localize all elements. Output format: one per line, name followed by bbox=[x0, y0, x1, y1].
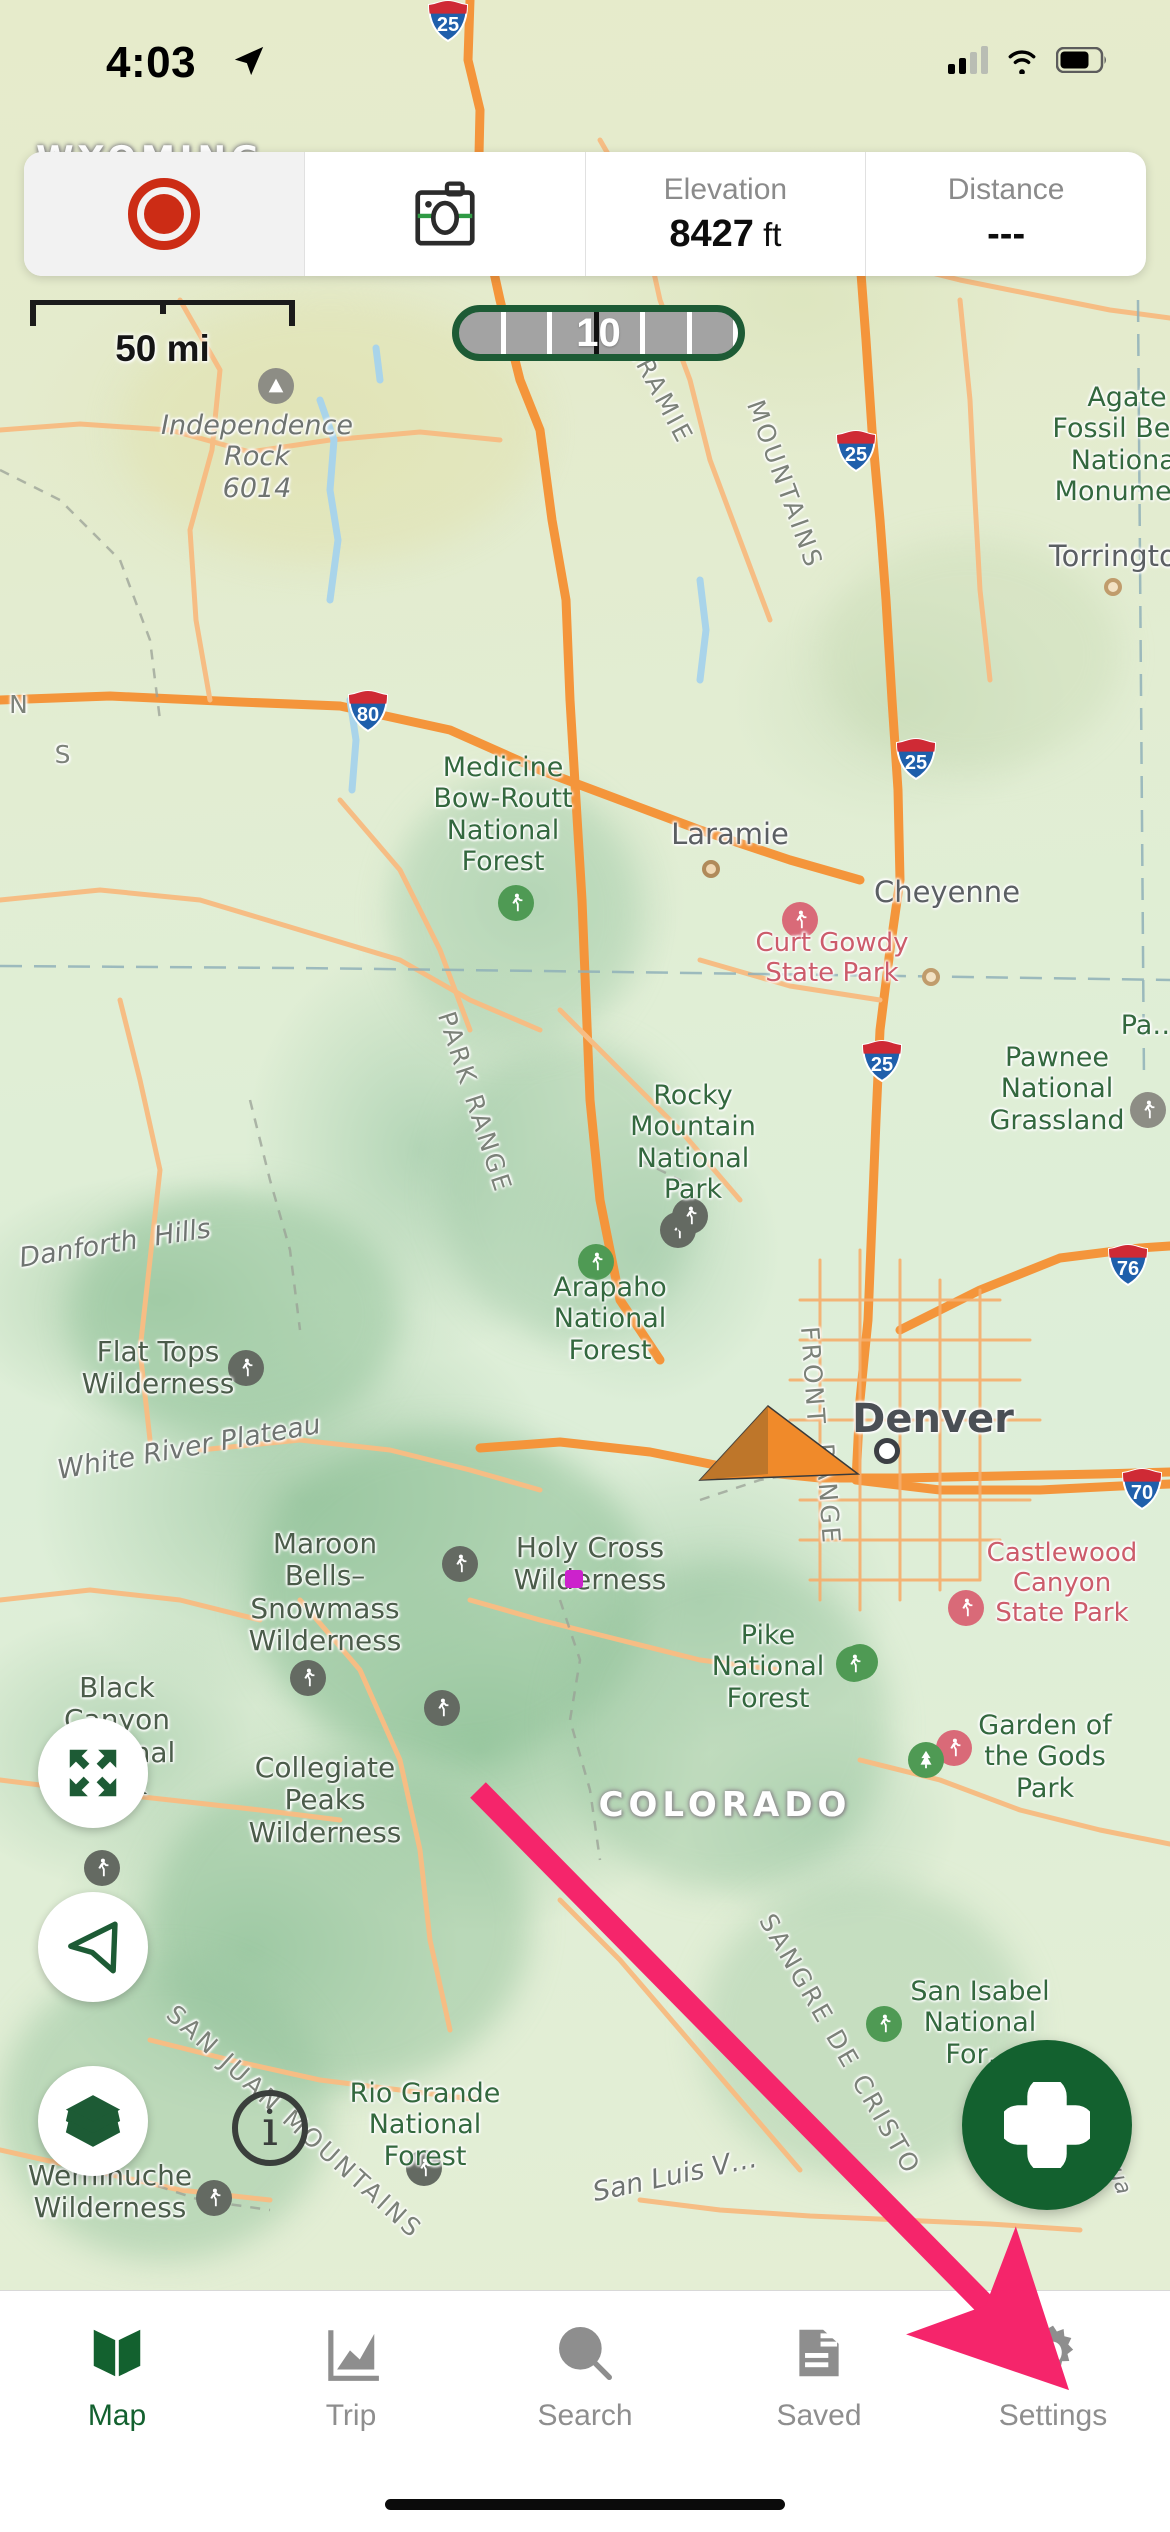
interstate-shield-icon: 70 bbox=[1122, 1468, 1162, 1510]
tab-trip[interactable]: Trip bbox=[234, 2291, 468, 2532]
cellular-signal-icon bbox=[948, 46, 988, 74]
map-layers-button[interactable] bbox=[38, 2066, 148, 2176]
interstate-number: 70 bbox=[1130, 1482, 1154, 1504]
city-dot-laramie[interactable] bbox=[702, 860, 720, 878]
scale-bar: 50 mi bbox=[30, 300, 295, 370]
map-layers-icon bbox=[65, 2095, 121, 2147]
poi-hiker-icon[interactable] bbox=[290, 1660, 326, 1696]
home-indicator[interactable] bbox=[385, 2499, 785, 2510]
distance-readout[interactable]: Distance --- bbox=[866, 152, 1146, 276]
document-icon bbox=[788, 2317, 850, 2389]
tab-search[interactable]: Search bbox=[468, 2291, 702, 2532]
plus-icon bbox=[1004, 2082, 1090, 2168]
tab-map[interactable]: Map bbox=[0, 2291, 234, 2532]
record-circle-icon bbox=[127, 178, 200, 250]
tab-saved-label: Saved bbox=[776, 2399, 862, 2432]
interstate-shield-icon: 80 bbox=[348, 690, 388, 732]
poi-hiker-icon[interactable] bbox=[578, 1244, 614, 1280]
status-bar: 4:03 bbox=[0, 0, 1170, 112]
tab-settings-label: Settings bbox=[998, 2399, 1108, 2432]
tab-trip-label: Trip bbox=[325, 2399, 377, 2432]
map-icon bbox=[86, 2317, 148, 2389]
interstate-shield-icon: 25 bbox=[836, 430, 876, 472]
expand-map-button[interactable] bbox=[38, 1718, 148, 1828]
tab-search-label: Search bbox=[537, 2399, 633, 2432]
interstate-number: 76 bbox=[1116, 1258, 1140, 1280]
poi-hiker-icon[interactable] bbox=[866, 2006, 902, 2042]
interstate-number: 80 bbox=[356, 704, 380, 726]
poi-hiker-icon[interactable] bbox=[672, 1198, 708, 1234]
battery-icon bbox=[1056, 47, 1106, 73]
locate-me-button[interactable] bbox=[38, 1892, 148, 2002]
camera-icon bbox=[415, 181, 475, 246]
expand-arrows-icon bbox=[69, 1749, 117, 1797]
chart-icon bbox=[320, 2317, 382, 2389]
interstate-shield-icon: 76 bbox=[1108, 1244, 1148, 1286]
poi-hiker-icon[interactable] bbox=[782, 902, 818, 938]
tab-settings[interactable]: Settings bbox=[936, 2291, 1170, 2532]
tab-saved[interactable]: Saved bbox=[702, 2291, 936, 2532]
add-waypoint-button[interactable] bbox=[962, 2040, 1132, 2210]
tab-map-label: Map bbox=[87, 2399, 147, 2432]
distance-value: --- bbox=[987, 212, 1026, 255]
poi-hiker-icon[interactable] bbox=[424, 1690, 460, 1726]
poi-peak-icon[interactable] bbox=[258, 368, 294, 404]
search-icon bbox=[554, 2317, 616, 2389]
take-photo-button[interactable] bbox=[305, 152, 586, 276]
interstate-shield-icon: 25 bbox=[896, 738, 936, 780]
scale-bar-label: 50 mi bbox=[115, 328, 210, 369]
status-time: 4:03 bbox=[106, 38, 197, 87]
navigation-arrow-icon bbox=[68, 1921, 118, 1974]
poi-tree-icon[interactable] bbox=[908, 1742, 944, 1778]
map-toolbar: Elevation 8427 ft Distance --- bbox=[24, 152, 1146, 276]
zoom-level-value: 10 bbox=[576, 310, 621, 355]
scale-bar-ruler bbox=[30, 300, 295, 326]
app-screen: 25 25 80 25 25 76 70 Independence Rock 6… bbox=[0, 0, 1170, 2532]
elevation-label: Elevation bbox=[663, 172, 788, 206]
info-button[interactable]: i bbox=[232, 2090, 308, 2166]
record-track-button[interactable] bbox=[24, 152, 305, 276]
wifi-icon bbox=[1008, 50, 1036, 74]
poi-hiker-icon[interactable] bbox=[196, 2180, 232, 2216]
city-dot-denver[interactable] bbox=[874, 1438, 900, 1464]
status-indicators bbox=[948, 46, 1108, 74]
interstate-number: 25 bbox=[844, 444, 868, 466]
poi-hiker-icon[interactable] bbox=[442, 1546, 478, 1582]
poi-hiker-icon[interactable] bbox=[406, 2150, 442, 2186]
poi-hiker-icon[interactable] bbox=[948, 1590, 984, 1626]
poi-hiker-icon[interactable] bbox=[836, 1646, 872, 1682]
location-arrow-icon bbox=[234, 46, 264, 76]
waypoint-marker[interactable] bbox=[565, 1570, 583, 1588]
record-inner-dot bbox=[143, 194, 184, 234]
info-glyph: i bbox=[262, 2099, 278, 2157]
poi-hiker-icon[interactable] bbox=[84, 1850, 120, 1886]
elevation-value: 8427 ft bbox=[669, 212, 782, 255]
zoom-level-indicator[interactable]: 10 bbox=[452, 305, 745, 361]
heading-direction-marker bbox=[698, 1404, 861, 1481]
interstate-shield-icon: 25 bbox=[862, 1040, 902, 1082]
bottom-navigation-bar: Map Trip Search Saved Settings bbox=[0, 2290, 1170, 2532]
poi-hiker-icon[interactable] bbox=[228, 1350, 264, 1386]
elevation-readout[interactable]: Elevation 8427 ft bbox=[586, 152, 867, 276]
poi-hiker-icon[interactable] bbox=[1130, 1092, 1166, 1128]
city-dot-torrington[interactable] bbox=[1104, 578, 1122, 596]
gear-icon bbox=[1022, 2317, 1084, 2389]
interstate-number: 25 bbox=[870, 1054, 894, 1076]
poi-hiker-icon[interactable] bbox=[498, 885, 534, 921]
interstate-number: 25 bbox=[904, 752, 928, 774]
distance-label: Distance bbox=[947, 172, 1065, 206]
city-dot-cheyenne[interactable] bbox=[922, 968, 940, 986]
